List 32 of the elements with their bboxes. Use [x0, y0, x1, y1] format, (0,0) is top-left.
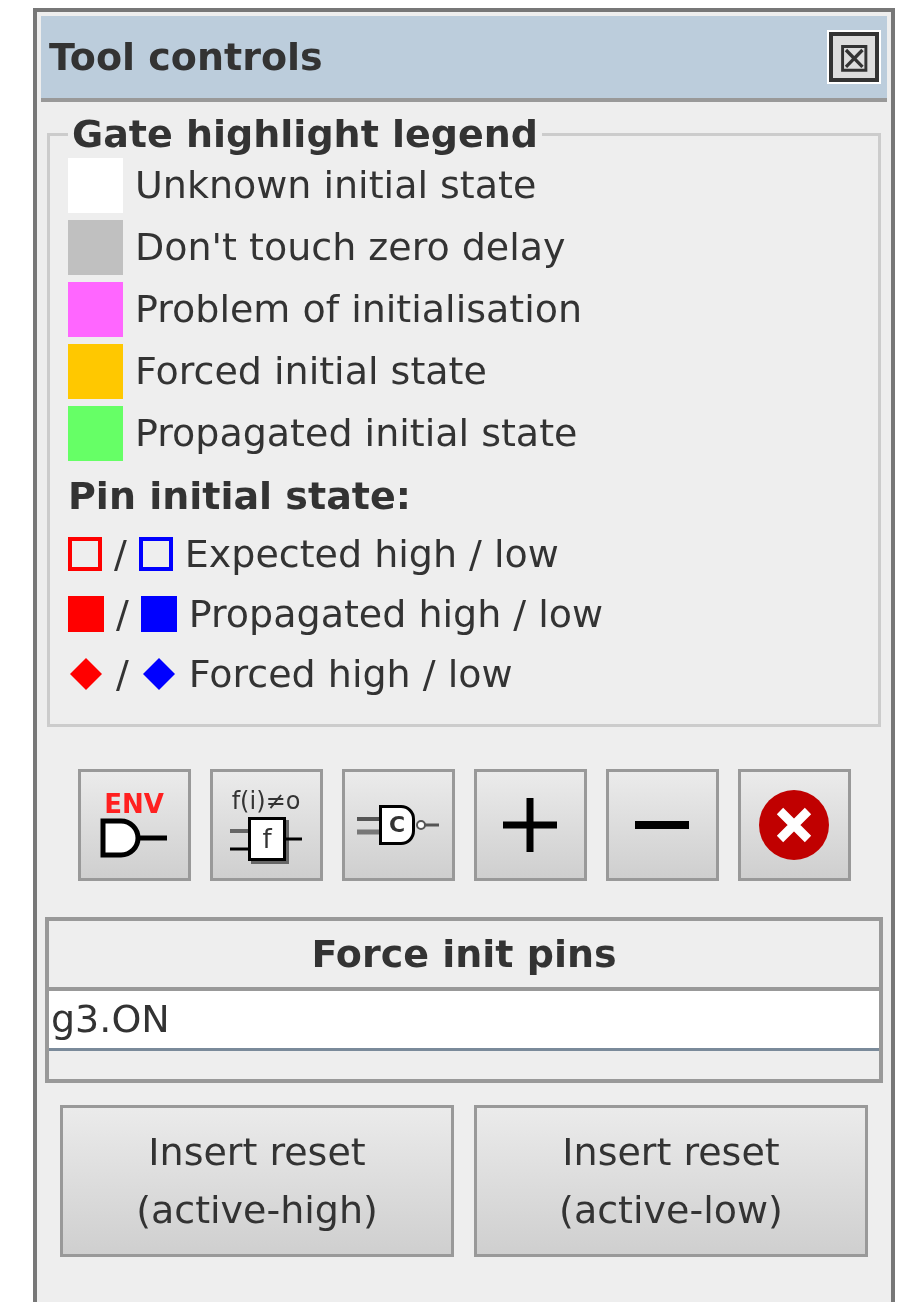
env-label: ENV	[104, 791, 164, 817]
window-title: Tool controls	[49, 33, 323, 81]
table-cell: g3.ON	[49, 991, 879, 1051]
tool-button[interactable]: C	[341, 769, 455, 881]
separator-text: /	[116, 650, 129, 698]
legend-title: Gate highlight legend	[71, 114, 540, 154]
legend-label: Don't touch zero delay	[135, 223, 566, 271]
legend-label: Problem of initialisation	[135, 285, 583, 333]
pin-heading: Pin initial state:	[68, 473, 412, 520]
separator-text: /	[116, 590, 129, 638]
legend-label: Propagated initial state	[135, 409, 578, 457]
legend-label: Unknown initial state	[135, 161, 537, 209]
legend-label: Propagated high / low	[188, 590, 604, 638]
tool-button[interactable]	[737, 769, 851, 881]
tool-button[interactable]: f(i)≠o f	[209, 769, 323, 881]
function-label: f(i)≠o	[231, 789, 301, 813]
legend-label: Forced initial state	[135, 347, 487, 395]
minus-icon	[633, 820, 691, 830]
insert-reset-button[interactable]: Insert reset (active-high)	[60, 1105, 454, 1257]
close-button[interactable]: ⊠	[829, 32, 879, 82]
plus-icon	[501, 796, 559, 854]
output-icon	[415, 818, 439, 832]
legend-label: Forced high / low	[188, 650, 513, 698]
c-gate-block: C	[379, 805, 415, 845]
tool-button[interactable]	[473, 769, 587, 881]
delete-icon	[758, 789, 830, 861]
gate-icon	[99, 817, 169, 859]
insert-reset-button[interactable]: Insert reset (active-low)	[474, 1105, 868, 1257]
legend-label: Expected high / low	[184, 530, 559, 578]
tool-button[interactable]	[605, 769, 719, 881]
function-block: f	[248, 817, 286, 861]
separator-text: /	[114, 530, 127, 578]
